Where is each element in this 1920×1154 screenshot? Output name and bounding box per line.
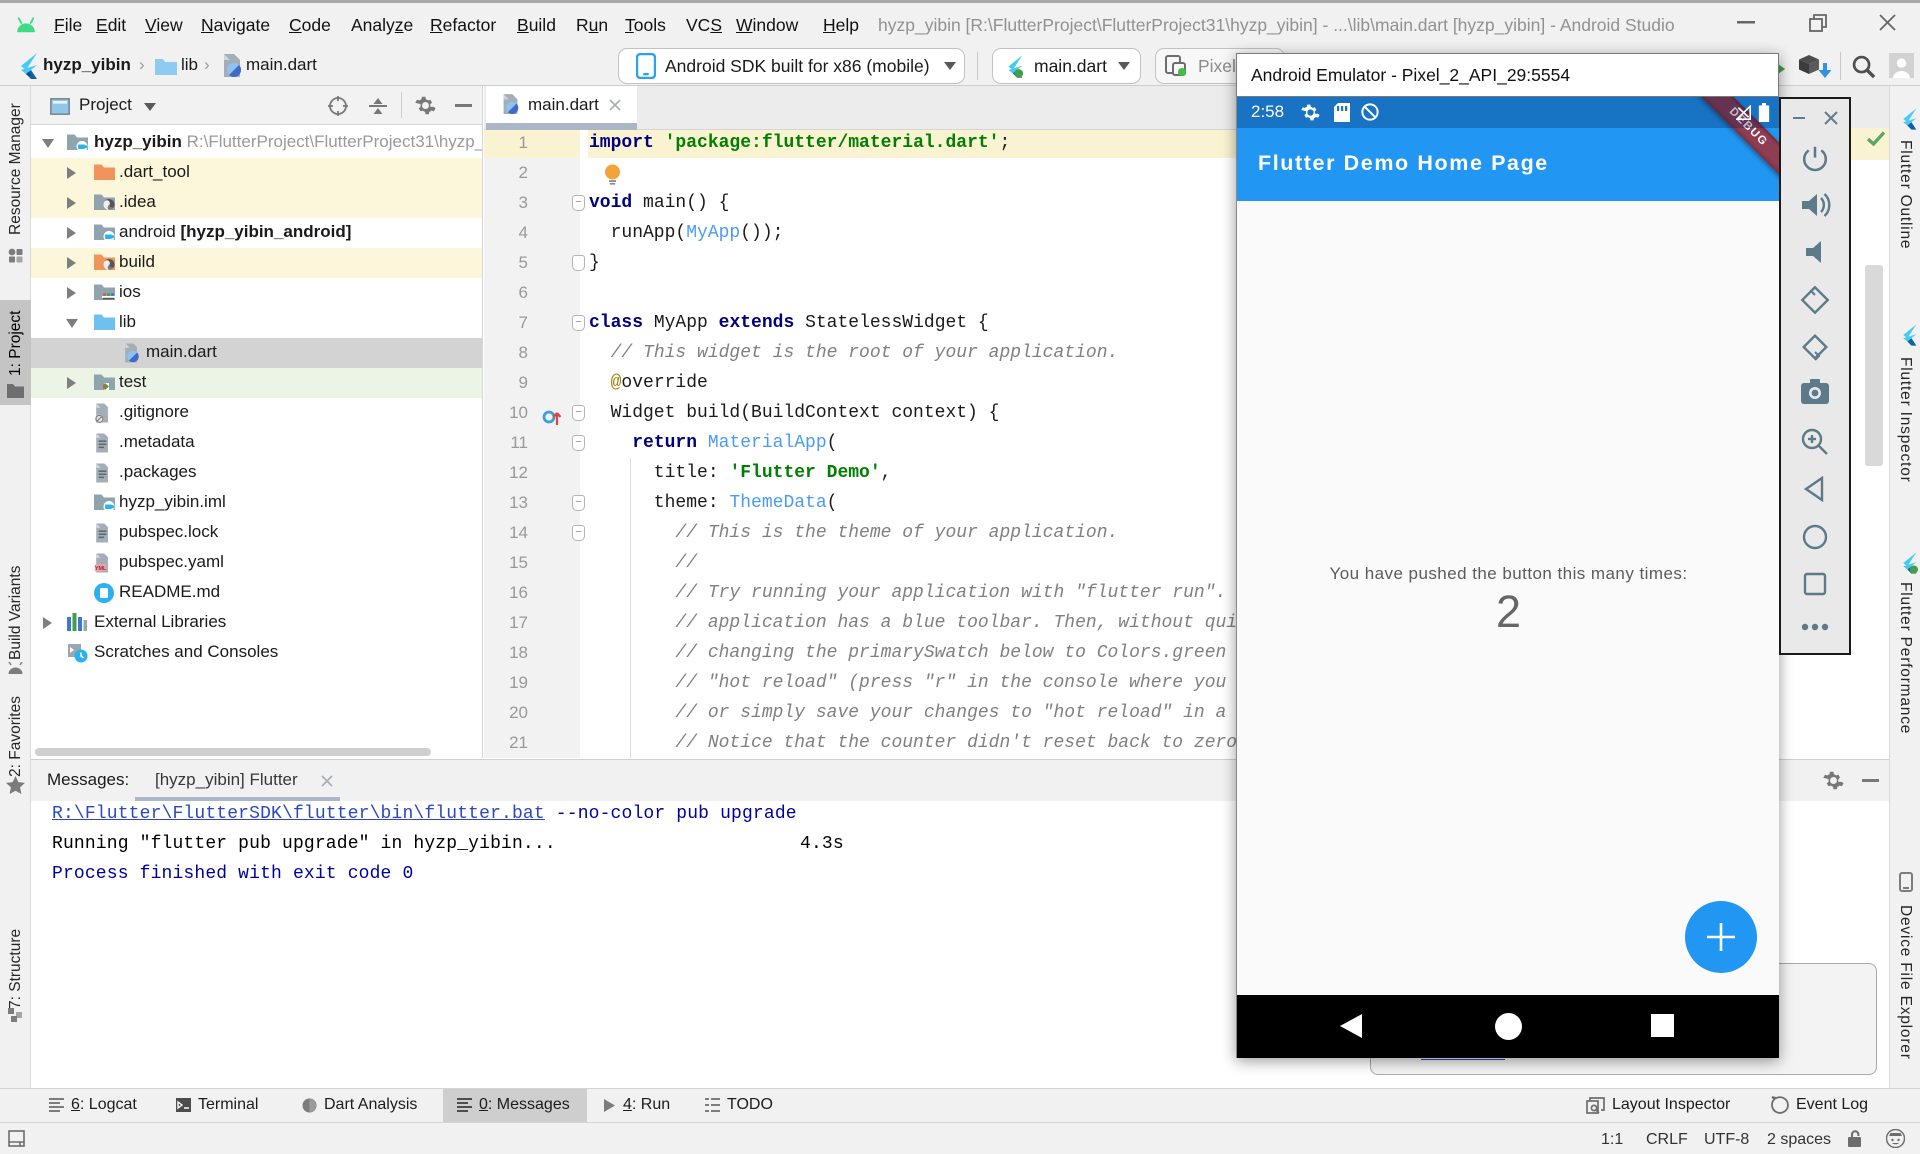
svg-text:YML: YML [95,566,107,572]
